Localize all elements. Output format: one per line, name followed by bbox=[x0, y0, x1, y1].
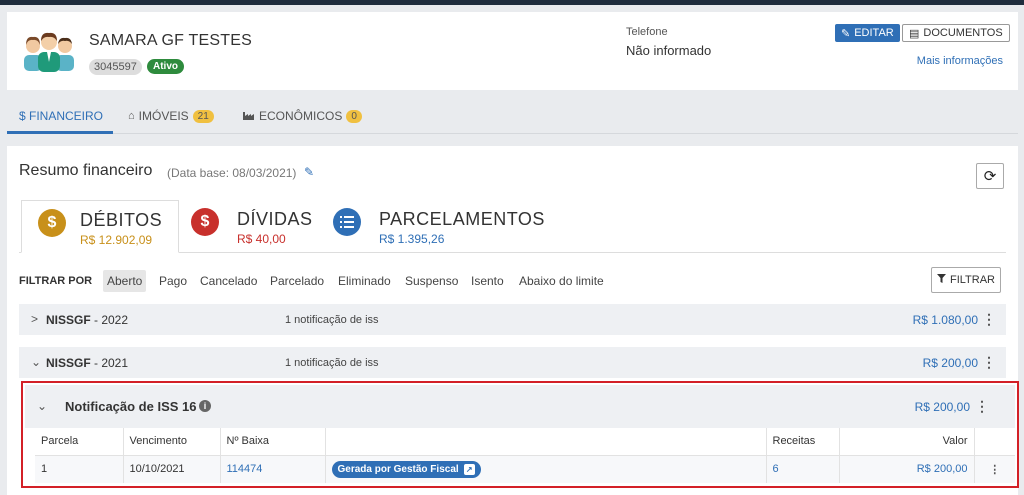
summary-title: Resumo financeiro bbox=[19, 162, 153, 179]
more-info-link[interactable]: Mais informações bbox=[917, 55, 1003, 67]
filter-chip-eliminado[interactable]: Eliminado bbox=[334, 270, 395, 292]
installments-table: Parcela Vencimento Nº Baixa Receitas Val… bbox=[35, 428, 1015, 483]
top-bar bbox=[0, 0, 1024, 5]
filter-chip-suspenso[interactable]: Suspenso bbox=[401, 270, 462, 292]
column-header: Valor bbox=[838, 428, 974, 456]
column-header bbox=[973, 428, 1015, 456]
cell-parcela: 1 bbox=[35, 455, 123, 483]
active-tab-indicator bbox=[7, 131, 113, 134]
summary-tab-value: R$ 40,00 bbox=[237, 232, 286, 246]
kebab-menu-icon[interactable]: ⋮ bbox=[975, 398, 989, 415]
filter-chip-parcelado[interactable]: Parcelado bbox=[266, 270, 328, 292]
edit-base-date-pencil-icon[interactable]: ✎ bbox=[304, 165, 314, 179]
column-header: Vencimento bbox=[122, 428, 220, 456]
filter-label: FILTRAR POR bbox=[19, 275, 93, 287]
filter-button[interactable]: FILTRAR bbox=[931, 267, 1001, 293]
base-date: (Data base: 08/03/2021) bbox=[167, 166, 297, 180]
chevron-down-icon[interactable]: ⌄ bbox=[31, 355, 41, 369]
table-header-row: Parcela Vencimento Nº Baixa Receitas Val… bbox=[35, 428, 1015, 456]
filter-chip-aberto[interactable]: Aberto bbox=[103, 270, 147, 292]
notification-title: Notificação de ISS 16 bbox=[65, 399, 197, 414]
list-circle-icon bbox=[333, 208, 361, 236]
count-badge: 21 bbox=[192, 109, 214, 123]
phone-value: Não informado bbox=[626, 43, 712, 58]
notification-amount[interactable]: R$ 200,00 bbox=[915, 400, 970, 414]
summary-tab-label: PARCELAMENTOS bbox=[379, 209, 545, 229]
table-row: 1 10/10/2021 114474 Gerada por Gestão Fi… bbox=[35, 455, 1015, 483]
refresh-button[interactable]: ⟳ bbox=[976, 163, 1004, 189]
group-note: 1 notificação de iss bbox=[285, 357, 379, 369]
tab-label: ECONÔMICOS bbox=[259, 109, 343, 123]
summary-tab-label: DÉBITOS bbox=[80, 210, 163, 230]
filter-chip-abaixo-do-limite[interactable]: Abaixo do limite bbox=[515, 270, 608, 292]
group-name: NISSGF - 2021 bbox=[46, 356, 129, 370]
notification-header[interactable]: ⌄ Notificação de ISS 16 i R$ 200,00 ⋮ bbox=[25, 385, 1015, 428]
cell-baixa-link[interactable]: 114474 bbox=[219, 455, 325, 483]
phone-label: Telefone bbox=[626, 26, 668, 38]
summary-tab-dividas[interactable]: $ DÍVIDAS R$ 40,00 bbox=[191, 200, 321, 253]
cell-tag: Gerada por Gestão Fiscal ↗ bbox=[324, 455, 766, 483]
filter-chip-pago[interactable]: Pago bbox=[155, 270, 191, 292]
edit-button-label: EDITAR bbox=[854, 27, 894, 39]
summary-tab-parcelamentos[interactable]: PARCELAMENTOS R$ 1.395,26 bbox=[333, 200, 544, 253]
kebab-menu-icon[interactable]: ⋮ bbox=[973, 455, 1015, 483]
info-icon[interactable]: i bbox=[199, 400, 211, 412]
tab-financeiro[interactable]: $ FINANCEIRO bbox=[19, 109, 103, 123]
status-badge: Ativo bbox=[147, 59, 184, 74]
tab-label: IMÓVEIS bbox=[138, 109, 189, 123]
summary-tab-debitos[interactable]: $ DÉBITOS R$ 12.902,09 bbox=[21, 200, 179, 253]
kebab-menu-icon[interactable]: ⋮ bbox=[982, 354, 996, 371]
cell-valor[interactable]: R$ 200,00 bbox=[838, 455, 974, 483]
documents-button[interactable]: ▤ DOCUMENTOS bbox=[902, 24, 1010, 42]
cell-receitas-link[interactable]: 6 bbox=[765, 455, 839, 483]
main-tabs: $ FINANCEIRO ⌂ IMÓVEIS 21 ECONÔMICOS 0 bbox=[7, 100, 1018, 134]
home-icon: ⌂ bbox=[128, 110, 135, 122]
file-icon: ▤ bbox=[909, 27, 920, 40]
refresh-icon: ⟳ bbox=[983, 168, 997, 185]
documents-button-label: DOCUMENTOS bbox=[923, 27, 1003, 39]
column-header: Parcela bbox=[35, 428, 123, 456]
column-header bbox=[324, 428, 766, 456]
edit-button[interactable]: ✎ EDITAR bbox=[835, 24, 900, 42]
notification-detail-panel: ⌄ Notificação de ISS 16 i R$ 200,00 ⋮ Pa… bbox=[21, 381, 1019, 488]
funnel-icon bbox=[936, 274, 946, 286]
dollar-circle-icon: $ bbox=[191, 208, 219, 236]
industry-icon bbox=[243, 109, 255, 123]
group-name: NISSGF - 2022 bbox=[46, 313, 129, 327]
id-badge: 3045597 bbox=[89, 59, 142, 75]
summary-tab-value: R$ 1.395,26 bbox=[379, 232, 445, 246]
summary-tab-label: DÍVIDAS bbox=[237, 209, 313, 229]
avatar-people-icon bbox=[19, 28, 79, 74]
group-amount[interactable]: R$ 200,00 bbox=[923, 356, 978, 370]
tag-label: Gerada por Gestão Fiscal bbox=[337, 463, 459, 475]
taxpayer-header: SAMARA GF TESTES 3045597 Ativo Telefone … bbox=[7, 12, 1018, 90]
group-row-2022[interactable]: > NISSGF - 2022 1 notificação de iss R$ … bbox=[19, 304, 1006, 335]
chevron-down-icon[interactable]: ⌄ bbox=[37, 399, 47, 413]
taxpayer-name: SAMARA GF TESTES bbox=[89, 32, 252, 49]
tab-imoveis[interactable]: ⌂ IMÓVEIS 21 bbox=[128, 109, 214, 123]
tab-economicos[interactable]: ECONÔMICOS 0 bbox=[243, 109, 362, 123]
cell-vencimento: 10/10/2021 bbox=[122, 455, 220, 483]
external-link-icon: ↗ bbox=[463, 463, 475, 475]
dollar-circle-icon: $ bbox=[38, 209, 66, 237]
chevron-right-icon[interactable]: > bbox=[31, 312, 38, 326]
group-note: 1 notificação de iss bbox=[285, 314, 379, 326]
tab-label: $ FINANCEIRO bbox=[19, 109, 104, 123]
filter-chip-cancelado[interactable]: Cancelado bbox=[196, 270, 261, 292]
pencil-icon: ✎ bbox=[841, 27, 851, 40]
summary-tab-value: R$ 12.902,09 bbox=[80, 233, 153, 247]
kebab-menu-icon[interactable]: ⋮ bbox=[982, 311, 996, 328]
group-row-2021[interactable]: ⌄ NISSGF - 2021 1 notificação de iss R$ … bbox=[19, 347, 1006, 378]
count-badge: 0 bbox=[346, 109, 362, 123]
filter-button-label: FILTRAR bbox=[949, 274, 996, 286]
filter-chip-isento[interactable]: Isento bbox=[467, 270, 508, 292]
column-header: Nº Baixa bbox=[219, 428, 325, 456]
gestao-fiscal-tag[interactable]: Gerada por Gestão Fiscal ↗ bbox=[331, 460, 481, 478]
column-header: Receitas bbox=[765, 428, 839, 456]
group-amount[interactable]: R$ 1.080,00 bbox=[913, 313, 978, 327]
